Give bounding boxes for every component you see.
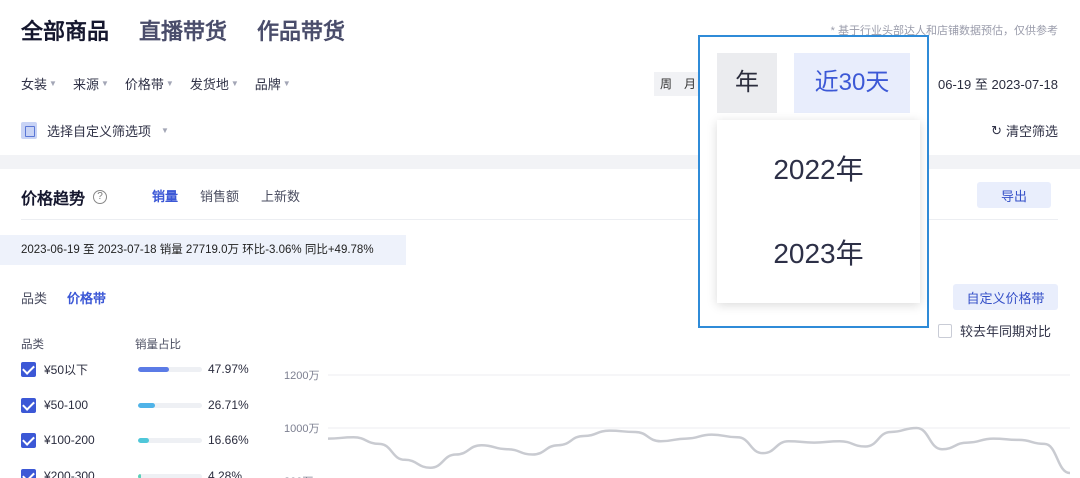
clear-filter-label: 清空筛选 xyxy=(1005,124,1058,139)
checkbox-checked[interactable] xyxy=(21,397,36,413)
share-bar-fill xyxy=(138,473,141,478)
legend-pct: 26.71% xyxy=(208,398,249,412)
custom-price-band-button[interactable]: 自定义价格带 xyxy=(953,284,1058,310)
legend-pct: 4.28% xyxy=(208,469,243,478)
share-bar xyxy=(138,473,202,478)
legend-label: ¥50以下 xyxy=(44,362,89,377)
tab-price-band[interactable]: 价格带 xyxy=(67,288,106,307)
chevron-down-icon: ▼ xyxy=(49,79,57,88)
tab-category[interactable]: 品类 xyxy=(21,288,47,307)
option-2022[interactable]: 2022年 xyxy=(717,128,920,212)
checkbox[interactable] xyxy=(938,323,952,338)
legend-pct: 47.97% xyxy=(208,362,249,376)
tab-new-listings[interactable]: 上新数 xyxy=(261,186,300,205)
legend-pct: 16.66% xyxy=(208,433,249,447)
year-options: 2022年 2023年 xyxy=(717,120,920,303)
checkbox-checked[interactable] xyxy=(21,361,36,377)
segment-year[interactable]: 年 xyxy=(717,53,777,113)
tab-live-selling[interactable]: 直播带货 xyxy=(139,14,227,46)
yoy-compare-label: 较去年同期对比 xyxy=(960,324,1052,339)
top-tab-bar: 全部商品 直播带货 作品带货 xyxy=(21,14,345,46)
legend-label: ¥100-200 xyxy=(44,433,95,447)
legend-col-category: 品类 xyxy=(21,339,44,351)
section-title: 价格趋势 ? xyxy=(21,185,108,209)
filter-category[interactable]: 女装 ▼ xyxy=(21,74,57,93)
filter-price-band-label: 价格带 xyxy=(124,77,164,92)
tab-sales-amount[interactable]: 销售额 xyxy=(200,186,239,205)
legend-row[interactable]: ¥50-100 26.71% xyxy=(21,396,249,414)
checkbox-checked[interactable] xyxy=(21,432,36,448)
share-bar xyxy=(138,366,202,372)
y-tick-label: 1200万 xyxy=(284,370,319,382)
refresh-icon: ↻ xyxy=(991,122,1002,138)
filter-ship-from[interactable]: 发货地 ▼ xyxy=(190,74,239,93)
filter-source-label: 来源 xyxy=(72,77,99,92)
chevron-down-icon: ▼ xyxy=(230,79,239,88)
filter-icon xyxy=(21,122,37,139)
chevron-down-icon: ▼ xyxy=(165,79,174,88)
segment-last-30-days[interactable]: 近30天 xyxy=(794,53,910,113)
y-tick-label: 1000万 xyxy=(284,423,319,435)
filter-brand-label: 品牌 xyxy=(254,77,281,92)
yoy-compare-toggle[interactable]: 较去年同期对比 xyxy=(938,321,1051,340)
share-bar xyxy=(138,437,202,443)
share-bar-fill xyxy=(138,437,149,443)
legend-row[interactable]: ¥50以下 47.97% xyxy=(21,360,249,378)
chevron-down-icon: ▼ xyxy=(100,79,109,88)
period-week[interactable]: 周 xyxy=(654,72,679,96)
filter-ship-from-label: 发货地 xyxy=(189,77,229,92)
period-selector: 周 月 xyxy=(654,72,703,96)
checkbox-checked[interactable] xyxy=(21,468,36,478)
option-2023[interactable]: 2023年 xyxy=(717,212,920,296)
legend-col-share: 销量占比 xyxy=(135,339,181,351)
metric-tabs: 销量 销售额 上新数 xyxy=(152,186,300,205)
chevron-down-icon: ▼ xyxy=(282,79,291,88)
filter-category-label: 女装 xyxy=(21,77,48,92)
date-range[interactable]: 06-19 至 2023-07-18 xyxy=(938,74,1058,93)
chart-svg: 1200万1000万800万 xyxy=(284,370,1071,478)
chevron-down-icon: ▼ xyxy=(161,126,169,135)
help-icon[interactable]: ? xyxy=(93,190,108,204)
tab-sales-volume[interactable]: 销量 xyxy=(152,186,178,205)
period-dropdown: 年 近30天 2022年 2023年 xyxy=(698,35,929,328)
filter-row: 女装 ▼ 来源 ▼ 价格带 ▼ 发货地 ▼ 品牌 ▼ xyxy=(21,74,291,93)
filter-price-band[interactable]: 价格带 ▼ xyxy=(125,74,174,93)
export-button[interactable]: 导出 xyxy=(977,182,1051,208)
series-line xyxy=(327,426,1071,475)
tab-all-products[interactable]: 全部商品 xyxy=(21,14,109,46)
legend-row[interactable]: ¥100-200 16.66% xyxy=(21,431,249,449)
clear-filter-button[interactable]: ↻ 清空筛选 xyxy=(991,121,1058,140)
legend-label: ¥50-100 xyxy=(44,398,89,412)
legend-row[interactable]: ¥200-300 4.28% xyxy=(21,467,242,478)
custom-filter-selector[interactable]: 选择自定义筛选项 ▼ xyxy=(21,121,169,140)
filter-source[interactable]: 来源 ▼ xyxy=(73,74,109,93)
section-title-text: 价格趋势 xyxy=(21,191,86,208)
price-trend-chart: 1200万1000万800万 xyxy=(280,360,1080,478)
filter-brand[interactable]: 品牌 ▼ xyxy=(255,74,291,93)
share-bar-fill xyxy=(138,366,169,372)
legend-label: ¥200-300 xyxy=(44,469,95,478)
share-bar-fill xyxy=(138,402,156,408)
summary-bar: 2023-06-19 至 2023-07-18 销量 27719.0万 环比-3… xyxy=(0,235,406,265)
custom-filter-label: 选择自定义筛选项 xyxy=(47,124,152,139)
dimension-tabs: 品类 价格带 xyxy=(21,288,106,307)
tab-video-selling[interactable]: 作品带货 xyxy=(257,14,345,46)
share-bar xyxy=(138,402,202,408)
